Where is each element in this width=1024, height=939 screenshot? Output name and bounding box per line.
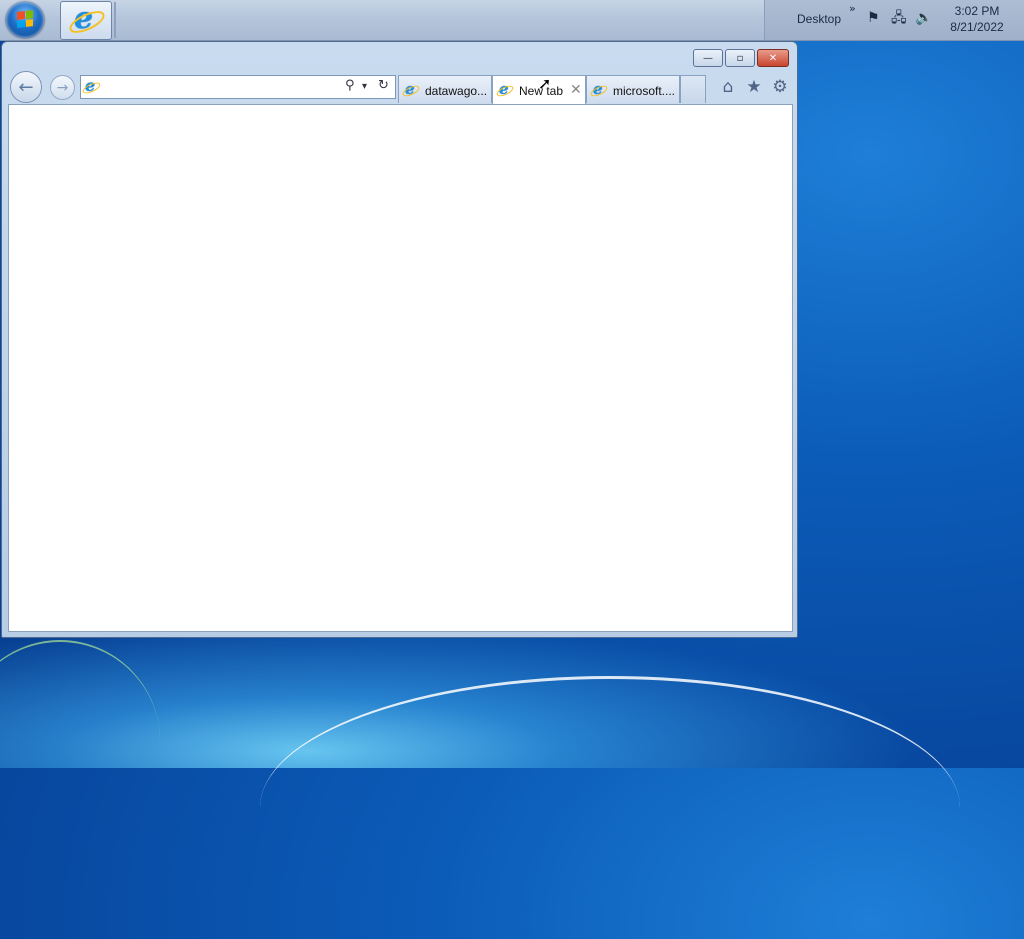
ie-tab-icon: e [405,80,415,98]
ie-page-icon: e [85,76,96,95]
ie-tab-icon: e [593,80,603,98]
flag-icon[interactable]: ⚑ [867,11,880,25]
page-content[interactable] [8,104,793,632]
mouse-cursor-icon: ➚ [538,74,552,93]
command-icons: ⌂ ★ ⚙ [718,77,790,97]
tab-label: microsoft.... [613,84,676,98]
home-icon[interactable]: ⌂ [718,77,738,97]
minimize-button[interactable]: — [693,49,723,67]
new-tab-button[interactable] [680,75,706,103]
desktop-toolbar-label[interactable]: Desktop [797,12,841,26]
network-icon[interactable]: 🖧 [891,11,907,25]
clock[interactable]: 3:02 PM 8/21/2022 [941,3,1013,35]
search-icon[interactable]: ⚲ [345,79,355,92]
close-tab-icon[interactable]: ✕ [570,81,582,98]
ie-window: — ▫ ✕ ← → e ⚲ ▾ ↻ e datawago... e New ta… [1,41,798,638]
close-button[interactable]: ✕ [757,49,789,67]
taskbar: e Desktop » ⚑ 🖧 🔈 3:02 PM 8/21/2022 [0,0,1024,41]
address-bar[interactable]: e ⚲ ▾ ↻ [80,75,396,99]
address-input[interactable] [103,78,333,96]
tab-datawago[interactable]: e datawago... [398,75,492,103]
forward-button[interactable]: → [50,75,75,100]
tools-gear-icon[interactable]: ⚙ [770,77,790,97]
start-button[interactable] [6,2,44,38]
clock-date: 8/21/2022 [950,20,1004,34]
tab-label: datawago... [425,84,488,98]
ie-icon: e [74,1,94,36]
address-dropdown-icon[interactable]: ▾ [362,82,367,92]
ie-tab-icon: e [499,80,509,98]
window-controls: — ▫ ✕ [693,49,791,68]
taskbar-separator [114,2,116,38]
back-button[interactable]: ← [10,71,42,103]
volume-icon[interactable]: 🔈 [915,11,932,25]
wallpaper-arc [260,676,960,939]
tab-microsoft[interactable]: e microsoft.... [586,75,680,103]
maximize-button[interactable]: ▫ [725,49,755,67]
windows-logo-icon [17,10,33,28]
tab-strip: e datawago... e New tab ✕ e microsoft...… [398,75,706,104]
refresh-icon[interactable]: ↻ [378,79,389,92]
system-tray: Desktop » ⚑ 🖧 🔈 3:02 PM 8/21/2022 [764,0,1024,40]
favorites-icon[interactable]: ★ [744,77,764,97]
toolbar-chevron-icon[interactable]: » [849,2,856,15]
taskbar-ie-button[interactable]: e [60,1,112,40]
clock-time: 3:02 PM [954,4,1000,18]
